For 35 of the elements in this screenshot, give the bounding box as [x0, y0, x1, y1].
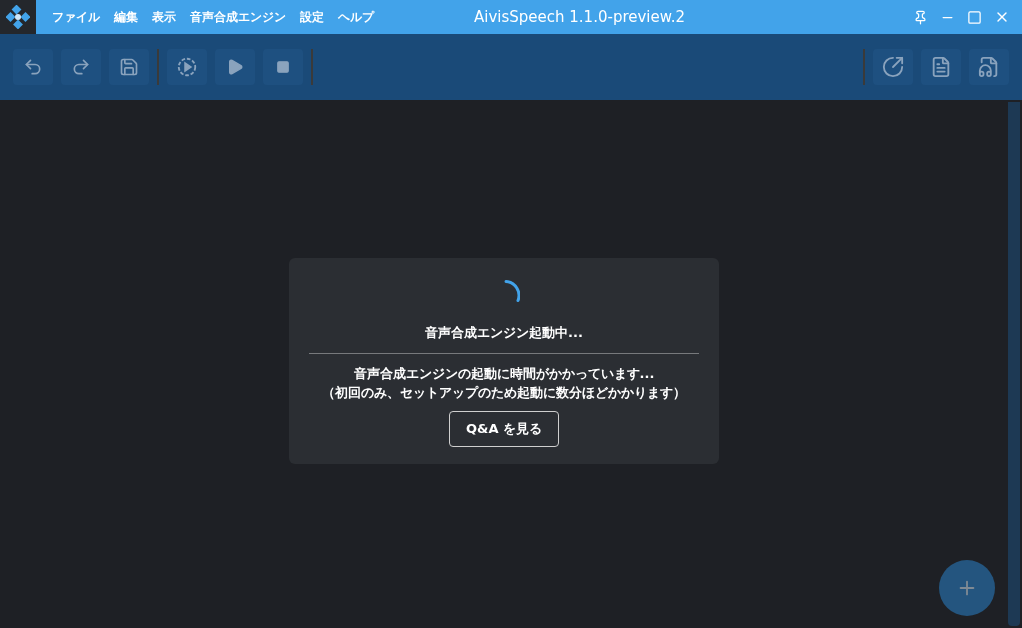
- play-icon: [226, 58, 244, 76]
- dialog-title: 音声合成エンジン起動中...: [425, 324, 583, 342]
- stop-icon: [276, 60, 290, 74]
- menu-item[interactable]: ヘルプ: [338, 8, 374, 26]
- export-audio-button[interactable]: [969, 49, 1009, 85]
- menu-item[interactable]: 設定: [300, 8, 324, 26]
- pin-icon[interactable]: [913, 9, 928, 25]
- menu-item[interactable]: 表示: [152, 8, 176, 26]
- audio-file-icon: [978, 56, 1000, 78]
- window-title: AivisSpeech 1.1.0-preview.2: [474, 7, 685, 28]
- menu-item[interactable]: 編集: [114, 8, 138, 26]
- redo-button[interactable]: [61, 49, 101, 85]
- export-text-button[interactable]: [921, 49, 961, 85]
- replay-icon: [176, 56, 198, 78]
- play-button[interactable]: [215, 49, 255, 85]
- text-file-icon: [930, 56, 952, 78]
- save-button[interactable]: [109, 49, 149, 85]
- continuous-play-button[interactable]: [167, 49, 207, 85]
- scrollbar[interactable]: [1008, 102, 1020, 626]
- undo-button[interactable]: [13, 49, 53, 85]
- circle-arrow-icon: [882, 56, 904, 78]
- diamond-logo-icon: [6, 5, 30, 29]
- qa-button[interactable]: Q&A を見る: [449, 410, 559, 447]
- export-button[interactable]: [873, 49, 913, 85]
- dialog-message: 音声合成エンジンの起動に時間がかかっています...: [353, 364, 655, 383]
- redo-icon: [71, 57, 91, 77]
- stop-button[interactable]: [263, 49, 303, 85]
- menu-item[interactable]: ファイル: [52, 8, 100, 26]
- loading-spinner-icon: [502, 280, 520, 303]
- maximize-icon[interactable]: [967, 9, 982, 25]
- dialog-message: （初回のみ、セットアップのため起動に数分ほどかかります）: [322, 383, 686, 402]
- save-icon: [119, 57, 139, 77]
- add-button[interactable]: [939, 560, 995, 616]
- undo-icon: [23, 57, 43, 77]
- menu-item[interactable]: 音声合成エンジン: [190, 8, 286, 26]
